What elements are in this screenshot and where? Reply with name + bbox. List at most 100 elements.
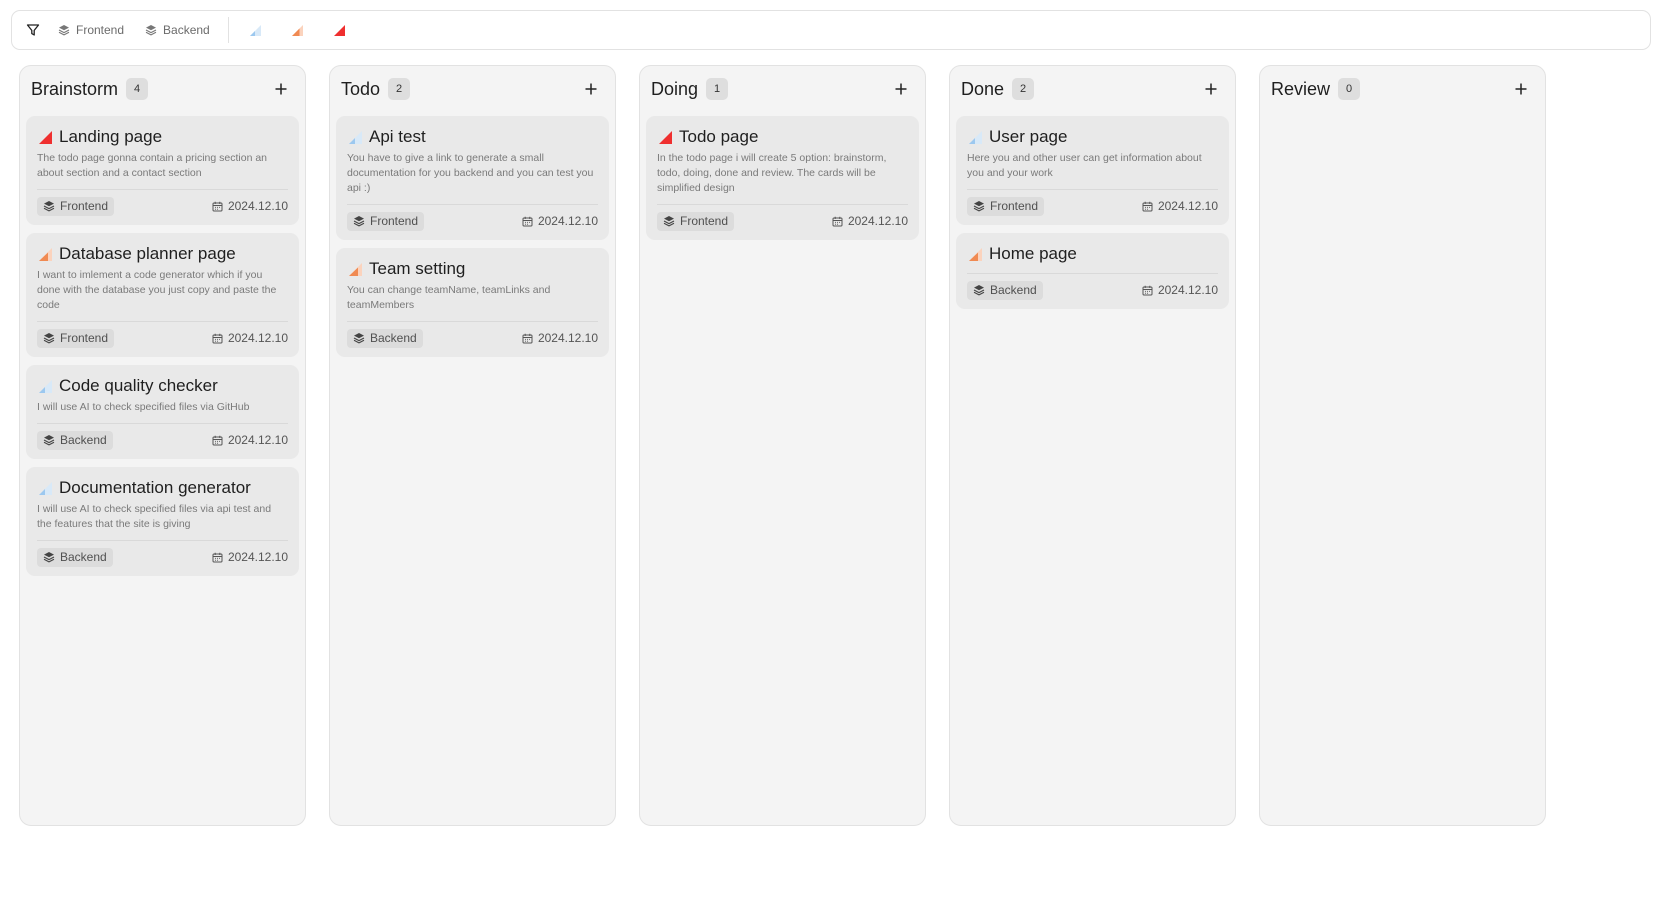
- card-footer: Frontend 2024.12.10: [37, 321, 288, 348]
- card-title: Landing page: [59, 127, 163, 146]
- card-title: Database planner page: [59, 244, 236, 263]
- card-date: 2024.12.10: [1142, 283, 1218, 297]
- priority-medium-icon: [37, 246, 53, 262]
- date-text: 2024.12.10: [1157, 283, 1218, 297]
- task-card[interactable]: Documentation generator I will use AI to …: [26, 467, 299, 576]
- filter-priority-high[interactable]: [331, 22, 347, 38]
- column-review: Review 0: [1259, 65, 1546, 826]
- tag-label: Backend: [60, 433, 107, 447]
- filter-tag-label: Frontend: [76, 23, 125, 37]
- add-card-button[interactable]: [1511, 79, 1531, 99]
- priority-medium-icon: [967, 246, 983, 262]
- card-date: 2024.12.10: [832, 214, 908, 228]
- filter-priority-medium[interactable]: [289, 22, 305, 38]
- column-doing: Doing 1 Todo page In the todo page i will c…: [639, 65, 926, 826]
- column-count-badge: 2: [1012, 78, 1035, 100]
- priority-low-icon: [967, 129, 983, 145]
- add-card-button[interactable]: [1201, 79, 1221, 99]
- layers-icon: [145, 25, 157, 36]
- priority-low-icon: [37, 378, 53, 394]
- card-tag: Frontend: [967, 196, 1045, 216]
- kanban-board: Brainstorm 4 Landing page The todo page gon…: [19, 65, 1546, 826]
- date-text: 2024.12.10: [847, 214, 908, 228]
- task-card[interactable]: Landing page The todo page gonna contain …: [26, 116, 299, 225]
- task-card[interactable]: Code quality checker I will use AI to che…: [26, 365, 299, 459]
- card-description: You have to give a link to generate a sm…: [347, 152, 594, 194]
- tag-label: Frontend: [990, 199, 1039, 213]
- column-count-badge: 2: [388, 78, 411, 100]
- card-description: Here you and other user can get informat…: [967, 152, 1202, 179]
- card-date: 2024.12.10: [212, 433, 288, 447]
- plus-icon: [1514, 82, 1528, 96]
- tag-label: Backend: [990, 283, 1037, 297]
- card-tag: Backend: [347, 328, 423, 348]
- column-title: Review: [1271, 78, 1331, 99]
- task-card[interactable]: Todo page In the todo page i will create …: [646, 116, 919, 240]
- card-header: Landing page: [37, 126, 288, 148]
- card-title: Documentation generator: [59, 478, 251, 497]
- task-card[interactable]: Home page Backend 2024.12.10: [956, 233, 1229, 309]
- column-header: Doing 1: [646, 76, 919, 102]
- card-title: Team setting: [369, 259, 466, 278]
- priority-low-icon: [249, 25, 261, 36]
- column-header: Done 2: [956, 76, 1229, 102]
- card-footer: Frontend 2024.12.10: [967, 189, 1218, 216]
- layers-icon: [58, 25, 70, 36]
- card-description: I will use AI to check specified files v…: [37, 503, 272, 530]
- card-header: Documentation generator: [37, 477, 288, 499]
- task-card[interactable]: User page Here you and other user can get…: [956, 116, 1229, 225]
- priority-high-icon: [37, 129, 53, 145]
- add-card-button[interactable]: [271, 79, 291, 99]
- card-description: In the todo page i will create 5 option:…: [657, 152, 887, 194]
- card-footer: Backend 2024.12.10: [967, 273, 1218, 300]
- filter-icon[interactable]: [24, 21, 42, 39]
- calendar-icon: [522, 333, 533, 344]
- card-title: Api test: [369, 127, 426, 146]
- task-card[interactable]: Api test You have to give a link to gener…: [336, 116, 609, 240]
- add-card-button[interactable]: [581, 79, 601, 99]
- tag-label: Frontend: [60, 331, 109, 345]
- column-count-badge: 1: [706, 78, 729, 100]
- date-text: 2024.12.10: [227, 550, 288, 564]
- date-text: 2024.12.10: [227, 199, 288, 213]
- filter-tag-frontend[interactable]: Frontend: [58, 23, 124, 37]
- card-footer: Frontend 2024.12.10: [657, 204, 908, 231]
- column-brainstorm: Brainstorm 4 Landing page The todo page gon…: [19, 65, 306, 826]
- card-date: 2024.12.10: [1142, 199, 1218, 213]
- column-title: Todo: [341, 78, 381, 99]
- card-tag: Frontend: [657, 211, 735, 231]
- layers-icon: [973, 284, 985, 296]
- task-card[interactable]: Team setting You can change teamName, tea…: [336, 248, 609, 357]
- plus-icon: [274, 82, 288, 96]
- layers-icon: [353, 332, 365, 344]
- column-done: Done 2 User page Here you and other user ca…: [949, 65, 1236, 826]
- calendar-icon: [212, 552, 223, 563]
- card-header: Todo page: [657, 126, 908, 148]
- column-count-badge: 0: [1338, 78, 1361, 100]
- tag-label: Frontend: [370, 214, 419, 228]
- column-todo: Todo 2 Api test You have to give a link to …: [329, 65, 616, 826]
- card-tag: Frontend: [37, 196, 115, 216]
- layers-icon: [663, 215, 675, 227]
- filter-tag-backend[interactable]: Backend: [145, 23, 210, 37]
- task-card[interactable]: Database planner page I want to imlement …: [26, 233, 299, 357]
- calendar-icon: [1142, 285, 1153, 296]
- card-footer: Backend 2024.12.10: [347, 321, 598, 348]
- card-title: Home page: [989, 244, 1077, 263]
- card-date: 2024.12.10: [522, 331, 598, 345]
- card-footer: Frontend 2024.12.10: [37, 189, 288, 216]
- priority-medium-icon: [347, 261, 363, 277]
- filter-priority-low[interactable]: [247, 22, 263, 38]
- card-tag: Frontend: [37, 328, 115, 348]
- date-text: 2024.12.10: [537, 331, 598, 345]
- tag-label: Frontend: [60, 199, 109, 213]
- card-date: 2024.12.10: [212, 550, 288, 564]
- card-tag: Backend: [37, 547, 113, 567]
- card-header: User page: [967, 126, 1218, 148]
- priority-medium-icon: [291, 25, 303, 36]
- date-text: 2024.12.10: [537, 214, 598, 228]
- priority-high-icon: [333, 25, 345, 36]
- card-header: Home page: [967, 243, 1218, 265]
- card-description: I want to imlement a code generator whic…: [37, 269, 277, 311]
- add-card-button[interactable]: [891, 79, 911, 99]
